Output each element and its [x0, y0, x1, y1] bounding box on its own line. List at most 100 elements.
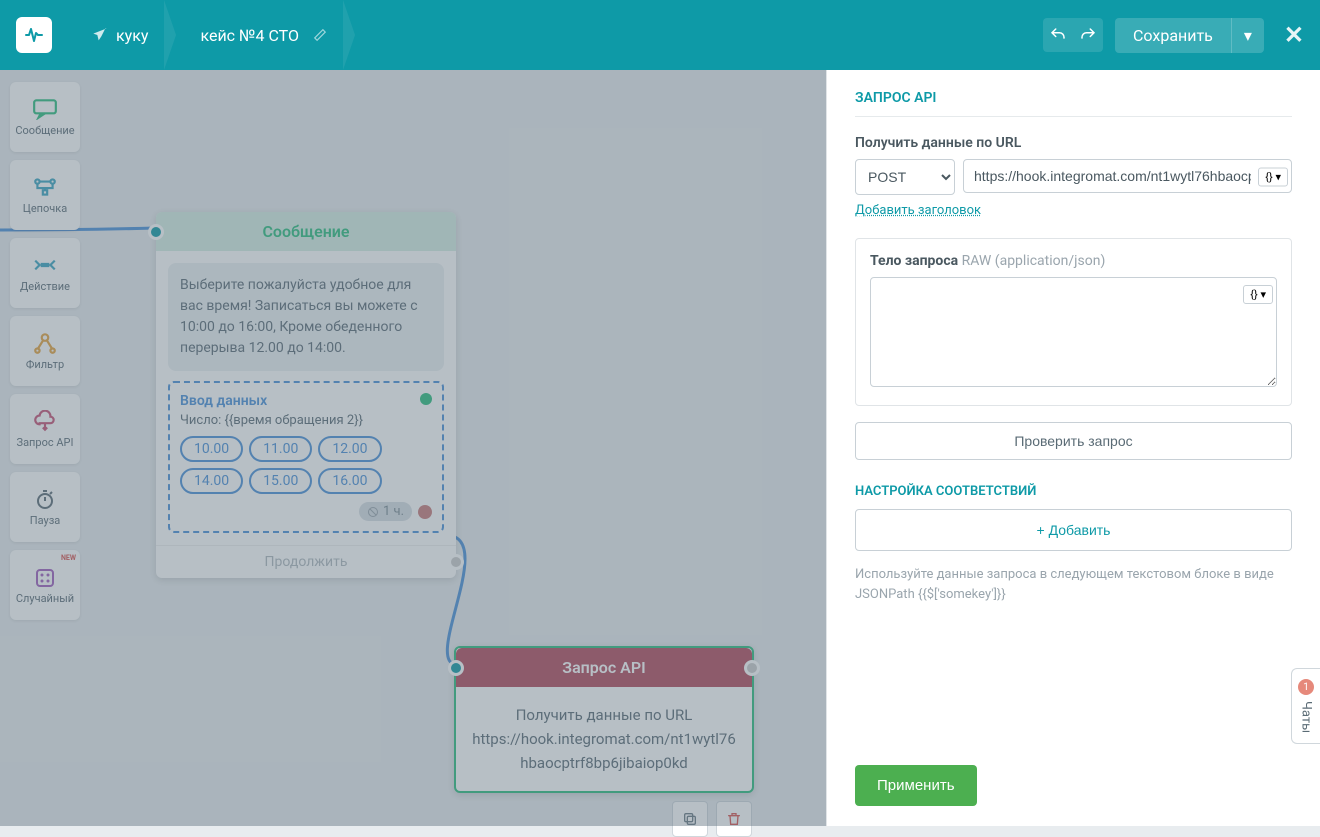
save-dropdown-button[interactable]: ▾ — [1231, 18, 1264, 53]
tool-chain[interactable]: Цепочка — [10, 160, 80, 230]
trash-icon — [726, 811, 742, 827]
node-port-out[interactable] — [744, 660, 760, 676]
input-variable: Число: {{время обращения 2}} — [180, 413, 432, 428]
filter-icon — [32, 332, 58, 354]
chip[interactable]: 16.00 — [318, 468, 381, 494]
tool-label: Фильтр — [26, 358, 64, 371]
tool-pause[interactable]: Пауза — [10, 472, 80, 542]
tool-label: Цепочка — [23, 202, 67, 215]
panel-title: ЗАПРОС API — [855, 90, 1292, 117]
body-label-text: Тело запроса — [870, 253, 958, 269]
node-port-in[interactable] — [148, 224, 164, 240]
textarea-wrap: {} ▾ — [870, 277, 1277, 391]
url-input[interactable] — [963, 159, 1292, 193]
close-button[interactable]: ✕ — [1284, 21, 1304, 49]
action-icon — [32, 254, 58, 276]
chip[interactable]: 11.00 — [249, 436, 312, 462]
redo-icon — [1079, 26, 1097, 44]
chain-icon — [32, 176, 58, 198]
chip[interactable]: 15.00 — [249, 468, 312, 494]
app-header: куку кейс №4 СТО Сохранить ▾ ✕ — [0, 0, 1320, 70]
continue-label: Продолжить — [265, 554, 348, 570]
tool-label: Действие — [20, 280, 70, 293]
tool-random[interactable]: NEW Случайный — [10, 550, 80, 620]
variables-button[interactable]: {} ▾ — [1258, 168, 1288, 187]
edit-icon[interactable] — [313, 28, 327, 42]
node-title: Запрос API — [562, 658, 645, 677]
redo-button[interactable] — [1073, 18, 1103, 52]
node-body: Выберите пожалуйста удобное для вас врем… — [156, 251, 456, 545]
duplicate-button[interactable] — [672, 801, 708, 837]
chats-label: Чаты — [1299, 701, 1314, 733]
tool-message[interactable]: Сообщение — [10, 82, 80, 152]
telegram-icon — [92, 27, 108, 43]
dice-icon — [32, 566, 58, 588]
chip[interactable]: 10.00 — [180, 436, 243, 462]
delete-button[interactable] — [716, 801, 752, 837]
tool-action[interactable]: Действие — [10, 238, 80, 308]
node-actions — [672, 801, 752, 837]
chats-side-tab[interactable]: 1 Чаты — [1291, 668, 1320, 744]
request-body-textarea[interactable] — [870, 277, 1277, 387]
node-port-in[interactable] — [448, 660, 464, 676]
chip[interactable]: 12.00 — [318, 436, 381, 462]
timeout-row: 1 ч. — [180, 502, 432, 521]
body-hint: RAW (application/json) — [962, 253, 1106, 269]
add-header-link[interactable]: Добавить заголовок — [855, 203, 1292, 218]
url-field-label: Получить данные по URL — [855, 135, 1292, 151]
chats-badge: 1 — [1298, 679, 1314, 695]
logo-pulse-icon — [24, 25, 44, 45]
apply-button[interactable]: Применить — [855, 765, 977, 806]
http-method-select[interactable]: POST — [855, 159, 955, 195]
chip[interactable]: 14.00 — [180, 468, 243, 494]
node-header: Запрос API — [456, 648, 752, 687]
breadcrumb: куку кейс №4 СТО — [76, 0, 1043, 70]
url-row: POST {} ▾ — [855, 159, 1292, 195]
copy-icon — [682, 811, 698, 827]
timeout-value: 1 ч. — [383, 504, 404, 519]
stopwatch-icon — [32, 488, 58, 510]
breadcrumb-item-current[interactable]: кейс №4 СТО — [184, 0, 343, 70]
tool-filter[interactable]: Фильтр — [10, 316, 80, 386]
node-toolbox: Сообщение Цепочка Действие Фильтр Запрос… — [10, 82, 80, 620]
test-request-button[interactable]: Проверить запрос — [855, 422, 1292, 460]
body-label: Тело запроса RAW (application/json) — [870, 253, 1277, 269]
jsonpath-hint: Используйте данные запроса в следующем т… — [855, 565, 1292, 604]
flow-canvas[interactable]: Сообщение Выберите пожалуйста удобное дл… — [0, 70, 826, 826]
node-body: Получить данные по URL https://hook.inte… — [456, 687, 752, 791]
header-actions: Сохранить ▾ ✕ — [1043, 18, 1304, 53]
breadcrumb-item-parent[interactable]: куку — [76, 0, 164, 70]
new-badge: NEW — [61, 554, 76, 562]
request-body-box: Тело запроса RAW (application/json) {} ▾ — [855, 238, 1292, 406]
api-subtitle: Получить данные по URL — [472, 703, 736, 727]
mappings-section-label: НАСТРОЙКА СООТВЕТСТВИЙ — [855, 484, 1292, 499]
node-port-out[interactable] — [448, 554, 464, 570]
save-button[interactable]: Сохранить — [1115, 18, 1231, 53]
tool-label: Пауза — [30, 514, 61, 527]
variables-button[interactable]: {} ▾ — [1243, 285, 1273, 304]
node-header: Сообщение — [156, 212, 456, 251]
cloud-icon — [32, 410, 58, 432]
add-mapping-button[interactable]: + Добавить — [855, 509, 1292, 551]
quick-reply-chips: 10.00 11.00 12.00 14.00 15.00 16.00 — [180, 436, 432, 494]
undo-button[interactable] — [1043, 18, 1073, 52]
tool-label: Запрос API — [17, 436, 74, 449]
input-title: Ввод данных — [180, 393, 432, 409]
undo-redo-group — [1043, 18, 1103, 52]
timeout-badge: 1 ч. — [359, 502, 412, 521]
tool-label: Случайный — [16, 592, 74, 605]
status-dot — [420, 393, 432, 405]
breadcrumb-label: куку — [116, 26, 148, 45]
input-data-box[interactable]: Ввод данных Число: {{время обращения 2}}… — [168, 381, 444, 533]
api-url-display: https://hook.integromat.com/nt1wytl76hba… — [472, 727, 736, 775]
node-message[interactable]: Сообщение Выберите пожалуйста удобное дл… — [156, 212, 456, 578]
node-api-request[interactable]: Запрос API Получить данные по URL https:… — [454, 646, 754, 793]
block-icon — [367, 506, 379, 518]
timeout-port[interactable] — [418, 505, 432, 519]
continue-row[interactable]: Продолжить — [156, 545, 456, 578]
message-text: Выберите пожалуйста удобное для вас врем… — [168, 263, 444, 371]
undo-icon — [1049, 26, 1067, 44]
tool-api[interactable]: Запрос API — [10, 394, 80, 464]
app-logo[interactable] — [16, 17, 52, 53]
message-icon — [32, 98, 58, 120]
